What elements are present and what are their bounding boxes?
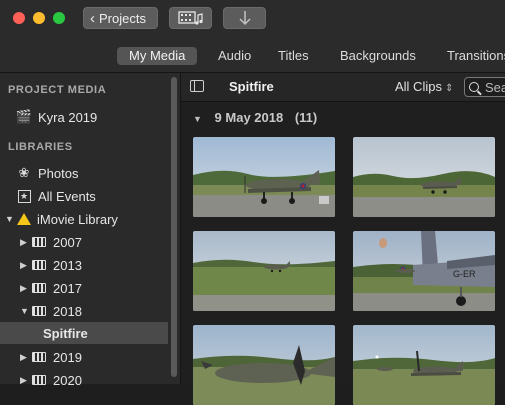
sidebar-item-label: Kyra 2019 <box>38 109 98 125</box>
up-down-chevron-icon: ⇕ <box>444 83 454 94</box>
photos-flower-icon: ❀ <box>18 165 30 180</box>
sidebar-item-label: Spitfire <box>43 325 88 341</box>
event-grid-icon <box>32 283 46 293</box>
media-browser-button[interactable] <box>169 7 212 29</box>
clip-thumbnail[interactable] <box>353 325 495 405</box>
spitfire-distance-thumbnail <box>353 137 495 217</box>
tab-audio[interactable]: Audio <box>218 47 251 65</box>
search-field[interactable] <box>464 77 505 97</box>
clip-count: (11) <box>294 110 318 125</box>
event-grid-icon <box>32 306 46 316</box>
tab-titles[interactable]: Titles <box>278 47 309 65</box>
minimize-window-button[interactable] <box>33 12 45 24</box>
sidebar-toggle-icon[interactable] <box>190 80 204 92</box>
projects-button-label: Projects <box>99 10 146 26</box>
sidebar-item-label: Photos <box>38 165 79 181</box>
window-titlebar: ‹ Projects <box>0 0 505 38</box>
sidebar-item-label: 2020 <box>53 372 82 388</box>
sidebar-item-label: 2013 <box>53 257 82 273</box>
sidebar-item-spitfire[interactable]: Spitfire <box>0 322 168 344</box>
disclosure-closed-icon[interactable]: ▶ <box>20 237 30 248</box>
spitfire-airfield-thumbnail <box>193 231 335 311</box>
clip-filter-value: All Clips <box>395 79 442 94</box>
clip-thumbnail[interactable] <box>353 137 495 217</box>
browser-title: Spitfire <box>229 79 274 94</box>
clip-thumbnail[interactable]: G-ER <box>353 231 495 311</box>
sidebar-item-label: iMovie Library <box>37 211 118 227</box>
sidebar-item-event-2017[interactable]: ▶ 2017 <box>0 277 188 299</box>
sidebar-item-label: 2018 <box>53 303 82 319</box>
project-media-heading: PROJECT MEDIA <box>8 84 107 96</box>
clip-filter-select[interactable]: All Clips ⇕ <box>395 79 453 94</box>
event-grid-icon <box>32 352 46 362</box>
sidebar-scrollbar[interactable] <box>171 77 177 377</box>
close-window-button[interactable] <box>13 12 25 24</box>
event-grid-icon <box>32 237 46 247</box>
back-to-projects-button[interactable]: ‹ Projects <box>83 7 158 29</box>
disclosure-closed-icon[interactable]: ▶ <box>20 352 30 363</box>
sidebar-item-event-2020[interactable]: ▶ 2020 <box>0 369 188 391</box>
libraries-sidebar: PROJECT MEDIA 🎬 Kyra 2019 LIBRARIES ❀ Ph… <box>0 73 183 388</box>
svg-text:G-ER: G-ER <box>453 269 476 279</box>
tab-my-media[interactable]: My Media <box>117 47 198 65</box>
aircraft-tail-closeup-thumbnail: G-ER <box>353 231 495 311</box>
tab-backgrounds[interactable]: Backgrounds <box>340 47 416 65</box>
sidebar-item-project[interactable]: 🎬 Kyra 2019 <box>0 106 183 128</box>
sidebar-item-imovie-library[interactable]: ▼ iMovie Library <box>0 208 173 230</box>
media-browser-icon <box>177 11 203 25</box>
chevron-left-icon: ‹ <box>90 9 95 27</box>
sidebar-item-event-2018[interactable]: ▼ 2018 <box>0 300 188 322</box>
media-browser: Spitfire All Clips⇕ ▼ 9 May 2018 (11) <box>181 73 505 405</box>
spitfire-propeller-thumbnail <box>193 325 335 405</box>
sidebar-item-label: 2019 <box>53 349 82 365</box>
sidebar-item-label: All Events <box>38 188 96 204</box>
browser-toolbar: Spitfire All Clips ⇕ <box>181 73 505 102</box>
disclosure-open-icon[interactable]: ▼ <box>193 114 202 124</box>
event-grid-icon <box>32 260 46 270</box>
disclosure-open-icon[interactable]: ▼ <box>20 306 30 316</box>
spitfire-group-thumbnail <box>353 325 495 405</box>
sidebar-item-photos[interactable]: ❀ Photos <box>0 162 183 184</box>
disclosure-open-icon[interactable]: ▼ <box>5 214 15 224</box>
disclosure-closed-icon[interactable]: ▶ <box>20 260 30 271</box>
disclosure-closed-icon[interactable]: ▶ <box>20 283 30 294</box>
import-arrow-icon <box>238 11 251 26</box>
libraries-heading: LIBRARIES <box>8 141 73 153</box>
date-group-header[interactable]: ▼ 9 May 2018 (11) <box>193 110 317 125</box>
star-box-icon: ★ <box>15 189 33 203</box>
tab-transitions[interactable]: Transitions <box>447 47 505 65</box>
fullscreen-window-button[interactable] <box>53 12 65 24</box>
sidebar-item-event-2019[interactable]: ▶ 2019 <box>0 346 188 368</box>
clapperboard-icon: 🎬 <box>15 109 33 124</box>
search-icon <box>469 82 479 92</box>
import-media-button[interactable] <box>223 7 266 29</box>
sidebar-item-event-2007[interactable]: ▶ 2007 <box>0 231 188 253</box>
content-tabs-bar: My Media Audio Titles Backgrounds Transi… <box>0 38 505 73</box>
spitfire-taxiing-thumbnail <box>193 137 335 217</box>
warning-icon <box>17 213 31 225</box>
clip-thumbnail[interactable] <box>193 231 335 311</box>
search-input[interactable] <box>479 79 505 95</box>
sidebar-item-label: 2007 <box>53 234 82 250</box>
sidebar-item-label: 2017 <box>53 280 82 296</box>
date-group-label: 9 May 2018 <box>214 110 284 125</box>
sidebar-item-event-2013[interactable]: ▶ 2013 <box>0 254 188 276</box>
clip-thumbnail[interactable] <box>193 325 335 405</box>
sidebar-item-all-events[interactable]: ★ All Events <box>0 185 183 207</box>
clip-thumbnail[interactable] <box>193 137 335 217</box>
